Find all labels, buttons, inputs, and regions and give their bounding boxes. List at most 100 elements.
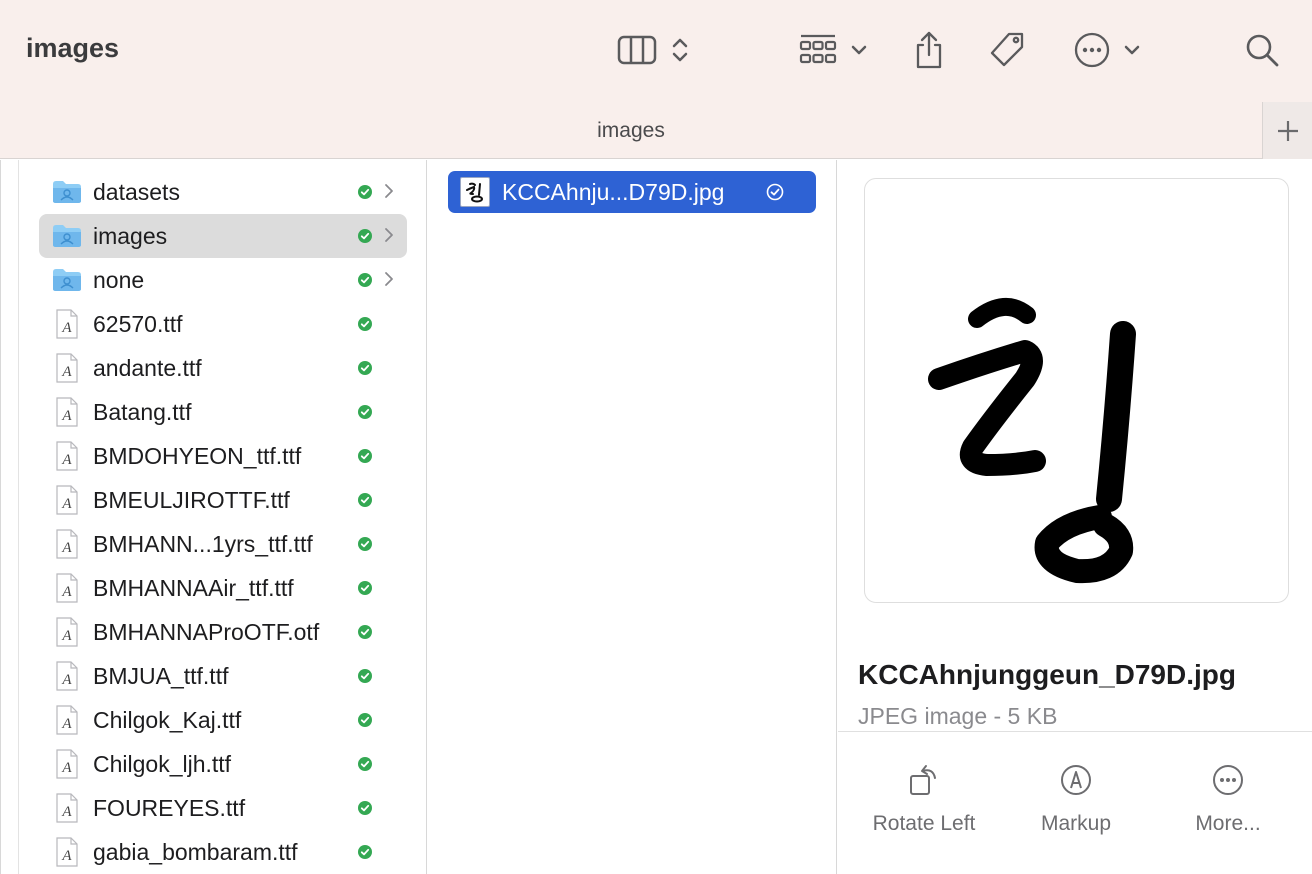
file-item-bmhannaair-ttf-ttf[interactable]: A BMHANNAAir_ttf.ttf [39, 566, 407, 610]
file-item-label: andante.ttf [93, 355, 202, 381]
markup-icon [1000, 760, 1152, 800]
rotate-left-label: Rotate Left [872, 812, 976, 835]
sync-status-icon [357, 712, 373, 733]
file-item-foureyes-ttf[interactable]: A FOUREYES.ttf [39, 786, 407, 830]
preview-file-name: KCCAhnjunggeun_D79D.jpg [858, 659, 1236, 690]
chevron-right-icon[interactable] [384, 271, 394, 292]
file-item-label: Chilgok_ljh.ttf [93, 751, 232, 777]
column-view-icon[interactable] [612, 26, 662, 74]
file-item-label: BMDOHYEON_ttf.ttf [93, 443, 302, 469]
file-item-bmjua-ttf-ttf[interactable]: A BMJUA_ttf.ttf [39, 654, 407, 698]
sync-status-icon [357, 448, 373, 469]
font-file-icon: A [51, 528, 83, 560]
file-item-label: images [93, 223, 168, 249]
image-thumbnail-icon [460, 177, 490, 207]
chevron-down-icon[interactable] [846, 26, 872, 74]
file-item-bmhann-1yrs-ttf-ttf[interactable]: A BMHANN...1yrs_ttf.ttf [39, 522, 407, 566]
folder-icon [51, 264, 83, 296]
search-icon[interactable] [1240, 26, 1284, 74]
divider [838, 731, 1312, 732]
image-preview [864, 178, 1289, 603]
svg-text:A: A [61, 408, 72, 424]
plus-icon [1277, 120, 1298, 141]
column-divider [18, 160, 19, 874]
preview-pane: KCCAhnjunggeun_D79D.jpg JPEG image - 5 K… [838, 160, 1312, 874]
rotate-left-button[interactable]: Rotate Left [848, 760, 1000, 836]
font-file-icon: A [51, 308, 83, 340]
toolbar: images [0, 0, 1312, 102]
images-column[interactable]: KCCAhnju...D79D.jpg [428, 160, 837, 874]
more-icon [1152, 760, 1304, 800]
sync-status-icon [766, 183, 784, 206]
window-title: images [26, 33, 120, 63]
preview-kind-size: JPEG image - 5 KB [858, 703, 1058, 729]
svg-text:A: A [61, 496, 72, 512]
chevron-right-icon[interactable] [384, 183, 394, 204]
file-item-label: gabia_bombaram.ttf [93, 839, 298, 865]
file-item-label: BMHANNAAir_ttf.ttf [93, 575, 294, 601]
file-item-none[interactable]: none [39, 258, 407, 302]
sync-status-icon [357, 316, 373, 337]
sync-status-icon [357, 228, 373, 249]
file-item-label: Batang.ttf [93, 399, 192, 425]
tag-icon[interactable] [984, 26, 1030, 74]
sync-status-icon [357, 668, 373, 689]
chevron-down-icon[interactable] [1119, 26, 1145, 74]
file-item-label: KCCAhnju...D79D.jpg [502, 179, 725, 205]
sync-status-icon [357, 272, 373, 293]
share-icon[interactable] [908, 26, 950, 74]
file-item-chilgok-kaj-ttf[interactable]: A Chilgok_Kaj.ttf [39, 698, 407, 742]
file-item-selected[interactable]: KCCAhnju...D79D.jpg [448, 171, 816, 213]
more-icon[interactable] [1070, 26, 1114, 74]
svg-text:A: A [61, 716, 72, 732]
rotate-left-icon [848, 760, 1000, 800]
file-item-batang-ttf[interactable]: A Batang.ttf [39, 390, 407, 434]
font-file-icon: A [51, 616, 83, 648]
file-item-label: BMHANNAProOTF.otf [93, 619, 320, 645]
folder-icon [51, 176, 83, 208]
sync-status-icon [357, 536, 373, 557]
file-item-62570-ttf[interactable]: A 62570.ttf [39, 302, 407, 346]
font-file-icon: A [51, 440, 83, 472]
file-item-datasets[interactable]: datasets [39, 170, 407, 214]
file-item-label: none [93, 267, 145, 293]
parent-column[interactable]: datasets images none A 62570.ttf Aandante.ttf… [0, 160, 427, 874]
group-grid-icon[interactable] [796, 26, 840, 74]
file-item-chilgok-ljh-ttf[interactable]: A Chilgok_ljh.ttf [39, 742, 407, 786]
sync-status-icon [357, 756, 373, 777]
view-switcher-chevrons-icon[interactable] [666, 26, 694, 74]
font-file-icon: A [51, 572, 83, 604]
tab-title[interactable]: images [0, 119, 1262, 143]
font-file-icon: A [51, 836, 83, 868]
file-item-bmeuljirottf-ttf[interactable]: A BMEULJIROTTF.ttf [39, 478, 407, 522]
add-tab-button[interactable] [1262, 102, 1312, 159]
file-item-gabia-bombaram-ttf[interactable]: Agabia_bombaram.ttf [39, 830, 407, 874]
font-file-icon: A [51, 484, 83, 516]
file-item-label: BMJUA_ttf.ttf [93, 663, 229, 689]
sync-status-icon [357, 360, 373, 381]
font-file-icon: A [51, 660, 83, 692]
markup-label: Markup [1040, 812, 1112, 835]
svg-text:A: A [61, 804, 72, 820]
file-item-andante-ttf[interactable]: Aandante.ttf [39, 346, 407, 390]
file-item-bmhannaprootf-otf[interactable]: A BMHANNAProOTF.otf [39, 610, 407, 654]
svg-text:A: A [61, 672, 72, 688]
file-item-label: FOUREYES.ttf [93, 795, 246, 821]
font-file-icon: A [51, 396, 83, 428]
sync-status-icon [357, 580, 373, 601]
more-label: More... [1195, 812, 1261, 835]
sync-status-icon [357, 404, 373, 425]
more-button[interactable]: More... [1152, 760, 1304, 836]
svg-text:A: A [61, 452, 72, 468]
sync-status-icon [357, 800, 373, 821]
font-file-icon: A [51, 748, 83, 780]
file-item-bmdohyeon-ttf-ttf[interactable]: A BMDOHYEON_ttf.ttf [39, 434, 407, 478]
svg-text:A: A [61, 848, 72, 864]
chevron-right-icon[interactable] [384, 227, 394, 248]
font-file-icon: A [51, 792, 83, 824]
file-item-label: datasets [93, 179, 180, 205]
file-item-images[interactable]: images [39, 214, 407, 258]
markup-button[interactable]: Markup [1000, 760, 1152, 836]
file-item-label: BMHANN...1yrs_ttf.ttf [93, 531, 313, 557]
sync-status-icon [357, 184, 373, 205]
